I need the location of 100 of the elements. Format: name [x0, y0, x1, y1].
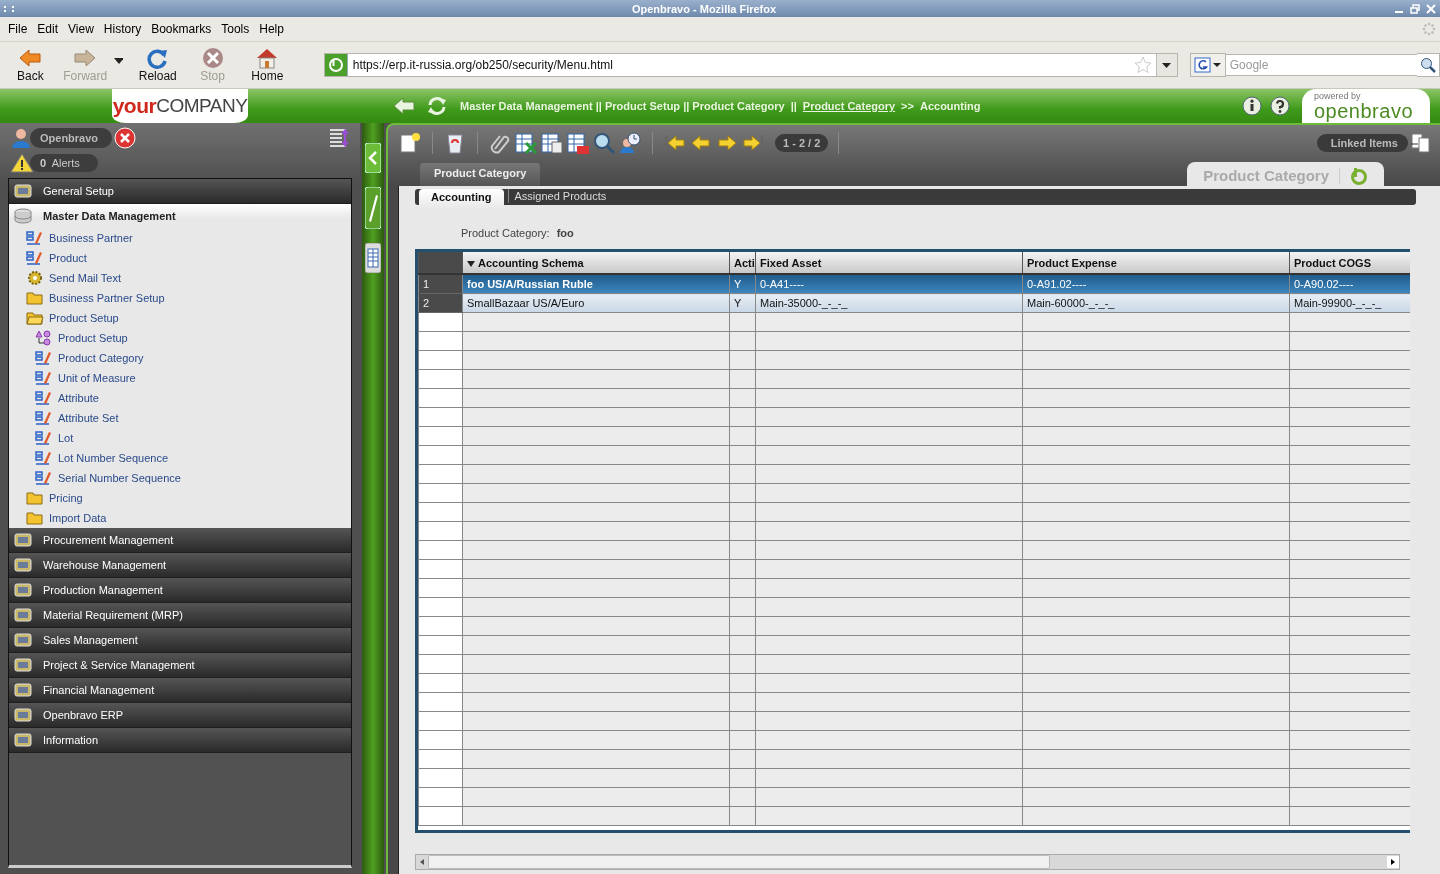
nav-button[interactable]: Reload	[131, 47, 185, 83]
scroll-right-icon[interactable]	[1387, 856, 1399, 868]
search-engine-button[interactable]	[1189, 53, 1226, 77]
grid-copy-icon[interactable]	[540, 131, 564, 155]
menu-item[interactable]: History	[98, 22, 147, 36]
close-icon[interactable]	[114, 127, 137, 149]
folder-icon	[26, 290, 44, 306]
window-title: Openbravo - Mozilla Firefox	[630, 2, 778, 15]
warning-icon	[10, 153, 34, 173]
module-icon	[13, 682, 33, 698]
caret-icon[interactable]	[113, 58, 124, 64]
column-header[interactable]: Acti	[729, 252, 756, 274]
address-field[interactable]: https://erp.it-russia.org/ob250/security/Menu.html	[323, 53, 1178, 77]
menu-item[interactable]: Product Setup	[9, 328, 351, 348]
column-header[interactable]: Accounting Schema	[462, 252, 730, 274]
record-counter: 1 - 2 / 2	[775, 134, 829, 152]
module-icon	[13, 607, 33, 623]
dropdown-button[interactable]	[1155, 54, 1177, 76]
menu-item[interactable]: File	[3, 22, 33, 36]
forward-icon	[73, 47, 98, 69]
menu-item[interactable]: Lot Number Sequence	[9, 448, 351, 468]
grid-view-tab[interactable]	[365, 243, 381, 273]
menu-item[interactable]: Attribute Set	[9, 408, 351, 428]
scroll-thumb[interactable]	[428, 855, 1050, 869]
user-clock-icon[interactable]	[618, 131, 642, 155]
refresh-icon[interactable]	[426, 96, 448, 116]
edit-view-tab[interactable]	[365, 187, 381, 229]
folder-icon	[26, 490, 44, 506]
table-cell: 0-A41----	[755, 274, 1023, 294]
star-icon[interactable]	[1133, 56, 1152, 74]
menu-module[interactable]: Material Requirement (MRP)	[9, 603, 351, 628]
menu-item[interactable]: Product Category	[9, 348, 351, 368]
table-cell: 0-A91.02----	[1022, 274, 1290, 294]
menu-module[interactable]: Production Management	[9, 578, 351, 603]
info-icon[interactable]	[1242, 96, 1262, 116]
breadcrumb-separator: ||	[790, 100, 797, 112]
nav-button[interactable]: Back	[4, 47, 57, 83]
parent-tab[interactable]: Product Category	[420, 163, 541, 186]
restore-icon[interactable]	[1410, 3, 1420, 14]
throbber-icon	[1422, 22, 1436, 36]
list-pencil-icon	[35, 390, 53, 406]
module-icon	[13, 582, 33, 598]
menu-item[interactable]: Help	[254, 22, 289, 36]
menu-item[interactable]: Product Setup	[9, 308, 351, 328]
search-field[interactable]: Google	[1225, 54, 1418, 76]
spreadsheet-export-icon[interactable]	[514, 131, 538, 155]
menu-module[interactable]: Openbravo ERP	[9, 703, 351, 728]
menu-item[interactable]: Import Data	[9, 508, 351, 528]
menu-item[interactable]: Business Partner Setup	[9, 288, 351, 308]
search-icon[interactable]	[1420, 57, 1437, 73]
shapes-icon	[35, 330, 53, 346]
user-name[interactable]: Openbravo	[30, 128, 113, 148]
menu-item[interactable]: Attribute	[9, 388, 351, 408]
menu-module[interactable]: Project & Service Management	[9, 653, 351, 678]
close-icon[interactable]	[1426, 3, 1436, 14]
nav-button[interactable]: Home	[240, 47, 294, 83]
breadcrumb-text: Accounting	[919, 100, 981, 112]
grip-icon	[4, 5, 14, 12]
horizontal-scrollbar[interactable]	[415, 854, 1400, 870]
tab[interactable]: Assigned Products	[507, 189, 613, 203]
list-pencil-icon	[35, 410, 53, 426]
menu-item[interactable]: Bookmarks	[146, 22, 217, 36]
alerts-link[interactable]: 0 Alerts	[30, 154, 98, 172]
menu-item[interactable]: View	[63, 22, 99, 36]
breadcrumb-text: Master Data Management || Product Setup || Product Category	[460, 100, 785, 112]
new-record-icon[interactable]	[398, 131, 422, 155]
expand-collapse-icon[interactable]	[328, 127, 350, 149]
list-pencil-icon	[26, 250, 44, 266]
menu-item[interactable]: Serial Number Sequence	[9, 468, 351, 488]
column-header[interactable]: Fixed Asset	[755, 252, 1023, 274]
menu-item[interactable]: Business Partner	[9, 228, 351, 248]
menu-module[interactable]: Warehouse Management	[9, 553, 351, 578]
pdf-export-icon[interactable]	[566, 131, 590, 155]
menu-item[interactable]: Edit	[32, 22, 64, 36]
table-cell: foo US/A/Russian Ruble	[462, 274, 730, 294]
column-header[interactable]: Product COGS	[1289, 252, 1410, 274]
menu-item[interactable]: Send Mail Text	[9, 268, 351, 288]
linked-items-button[interactable]: Linked Items	[1316, 134, 1408, 152]
menu-item[interactable]: Unit of Measure	[9, 368, 351, 388]
back-arrow-icon[interactable]	[392, 96, 416, 116]
list-pencil-icon	[35, 350, 53, 366]
module-icon	[13, 732, 33, 748]
module-icon	[13, 657, 33, 673]
menu-item[interactable]: Pricing	[9, 488, 351, 508]
table-row[interactable]: 1 foo US/A/Russian Ruble Y 0-A41---- 0-A91.02---- 0-A90.02----	[418, 274, 1410, 294]
search-icon[interactable]	[592, 131, 616, 155]
caret-icon	[1162, 62, 1172, 68]
menu-item[interactable]: Lot	[9, 428, 351, 448]
menu-item[interactable]: Tools	[216, 22, 255, 36]
help-icon[interactable]	[1270, 96, 1290, 116]
menu-module[interactable]: Master Data Management	[9, 204, 351, 228]
field-value: foo	[556, 227, 574, 239]
tab[interactable]: Accounting	[419, 189, 504, 209]
openbravo-logo: powered by openbravo	[1302, 89, 1430, 123]
menu-item[interactable]: Product	[9, 248, 351, 268]
table-row[interactable]: 2 SmallBazaar US/A/Euro Y Main-35000-_-_-_ Main-60000-_-_-_ Main-99900-_-_-_	[418, 293, 1410, 313]
linked-documents-icon[interactable]	[1410, 132, 1432, 154]
column-header[interactable]: Product Expense	[1022, 252, 1290, 274]
menu-module[interactable]: General Setup	[9, 179, 351, 204]
folder-icon	[26, 310, 44, 326]
